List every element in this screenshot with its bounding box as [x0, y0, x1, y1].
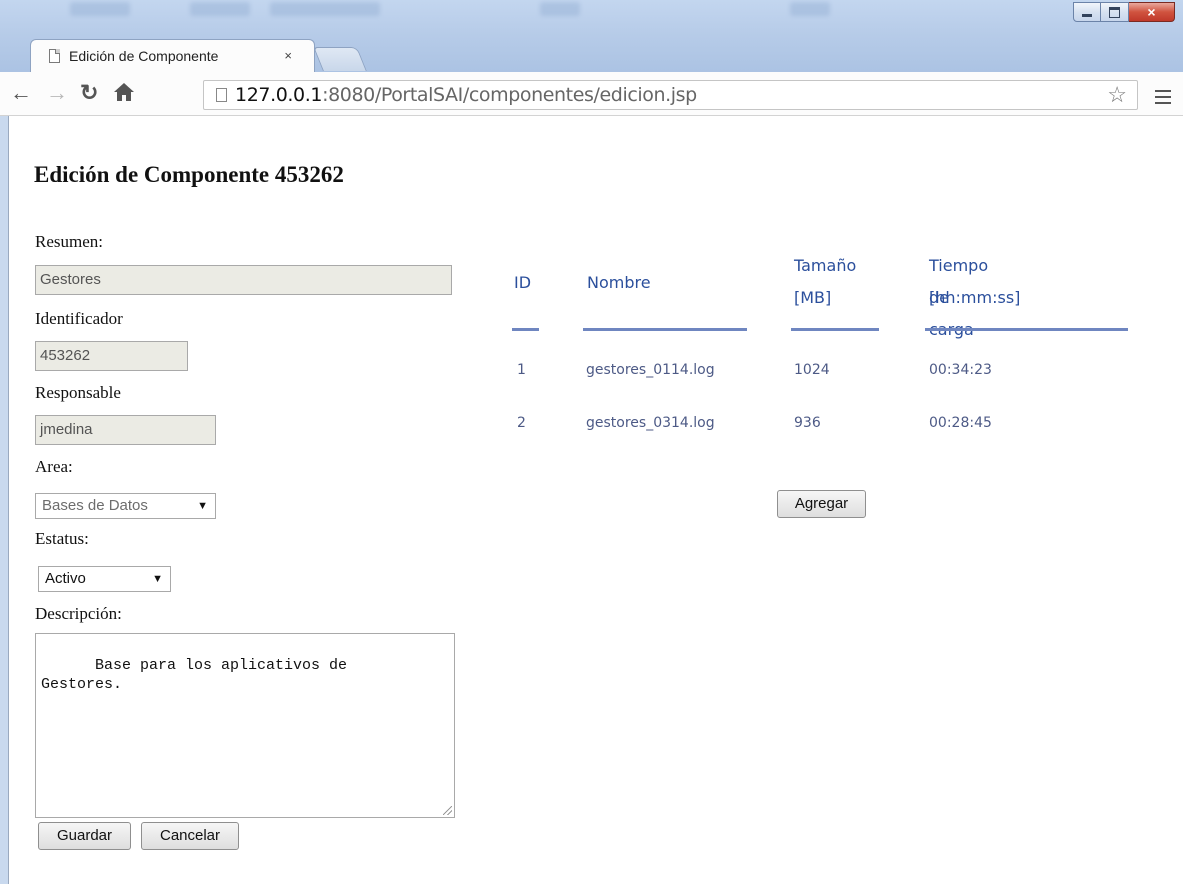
- agregar-button[interactable]: Agregar: [777, 490, 866, 518]
- header-underline: [583, 328, 747, 331]
- column-header-tiempo-unit: [hh:mm:ss]: [929, 288, 1021, 307]
- home-icon[interactable]: [113, 82, 135, 108]
- page-icon: [216, 88, 227, 102]
- maximize-icon: [1109, 6, 1120, 18]
- browser-toolbar: ← → ↻ 127.0.0.1:8080/PortalSAI/component…: [0, 72, 1183, 116]
- cell-id: 1: [517, 362, 526, 378]
- area-select[interactable]: Bases de Datos ▼: [35, 493, 216, 519]
- url-text[interactable]: 127.0.0.1:8080/PortalSAI/componentes/edi…: [235, 84, 697, 106]
- page-content: Edición de Componente 453262 Resumen: Ge…: [8, 116, 1183, 884]
- resumen-label: Resumen:: [35, 232, 103, 251]
- tab-title: Edición de Componente: [69, 48, 219, 64]
- url-path: :8080/PortalSAI/componentes/edicion.jsp: [322, 84, 697, 106]
- column-header-id: ID: [514, 273, 532, 292]
- cell-id: 2: [517, 415, 526, 431]
- blurred-background: [270, 2, 380, 16]
- blurred-background: [790, 2, 830, 16]
- address-bar[interactable]: 127.0.0.1:8080/PortalSAI/componentes/edi…: [203, 80, 1138, 110]
- cancelar-button[interactable]: Cancelar: [141, 822, 239, 850]
- descripcion-text: Base para los aplicativos de Gestores.: [41, 657, 348, 693]
- close-window-button[interactable]: ×: [1129, 2, 1175, 22]
- page-icon: [49, 49, 60, 63]
- window-titlebar: × Edición de Componente ×: [0, 0, 1183, 80]
- resumen-field[interactable]: Gestores: [35, 265, 452, 295]
- area-selected-value: Bases de Datos: [42, 497, 148, 514]
- reload-icon[interactable]: ↻: [80, 80, 98, 106]
- estatus-selected-value: Activo: [45, 570, 86, 587]
- dropdown-arrow-icon: ▼: [197, 500, 208, 512]
- window-controls: ×: [1073, 2, 1175, 22]
- column-header-tamano: Tamaño: [794, 256, 857, 275]
- tab-close-icon[interactable]: ×: [284, 48, 292, 63]
- cell-tiempo: 00:34:23: [929, 362, 992, 378]
- responsable-label: Responsable: [35, 383, 121, 402]
- responsable-field[interactable]: jmedina: [35, 415, 216, 445]
- descripcion-label: Descripción:: [35, 604, 122, 623]
- url-host: 127.0.0.1: [235, 84, 323, 106]
- column-header-nombre: Nombre: [587, 273, 651, 292]
- area-label: Area:: [35, 457, 73, 476]
- header-underline: [925, 328, 1128, 331]
- minimize-icon: [1082, 13, 1092, 17]
- back-arrow-icon[interactable]: ←: [10, 80, 32, 106]
- cell-tamano: 936: [794, 415, 821, 431]
- blurred-background: [70, 2, 130, 16]
- column-header-tamano-unit: [MB]: [794, 288, 832, 307]
- new-tab-button[interactable]: [313, 47, 367, 71]
- blurred-background: [540, 2, 580, 16]
- cell-nombre: gestores_0314.log: [586, 415, 715, 431]
- header-underline: [512, 328, 539, 331]
- resize-grip-icon[interactable]: [443, 806, 452, 815]
- dropdown-arrow-icon: ▼: [152, 573, 163, 585]
- cell-tiempo: 00:28:45: [929, 415, 992, 431]
- maximize-button[interactable]: [1101, 2, 1129, 22]
- forward-arrow-icon[interactable]: →: [46, 80, 68, 106]
- cell-nombre: gestores_0114.log: [586, 362, 715, 378]
- estatus-label: Estatus:: [35, 529, 89, 548]
- estatus-select[interactable]: Activo ▼: [38, 566, 171, 592]
- page-title: Edición de Componente 453262: [34, 162, 344, 187]
- identificador-label: Identificador: [35, 309, 123, 328]
- close-icon: ×: [1147, 4, 1156, 20]
- bookmark-star-icon[interactable]: ☆: [1107, 82, 1127, 108]
- header-underline: [791, 328, 879, 331]
- browser-tab[interactable]: Edición de Componente ×: [30, 39, 315, 72]
- menu-icon[interactable]: [1155, 90, 1171, 108]
- blurred-background: [190, 2, 250, 16]
- cell-tamano: 1024: [794, 362, 830, 378]
- descripcion-textarea[interactable]: Base para los aplicativos de Gestores.: [35, 633, 455, 818]
- minimize-button[interactable]: [1073, 2, 1101, 22]
- identificador-field[interactable]: 453262: [35, 341, 188, 371]
- guardar-button[interactable]: Guardar: [38, 822, 131, 850]
